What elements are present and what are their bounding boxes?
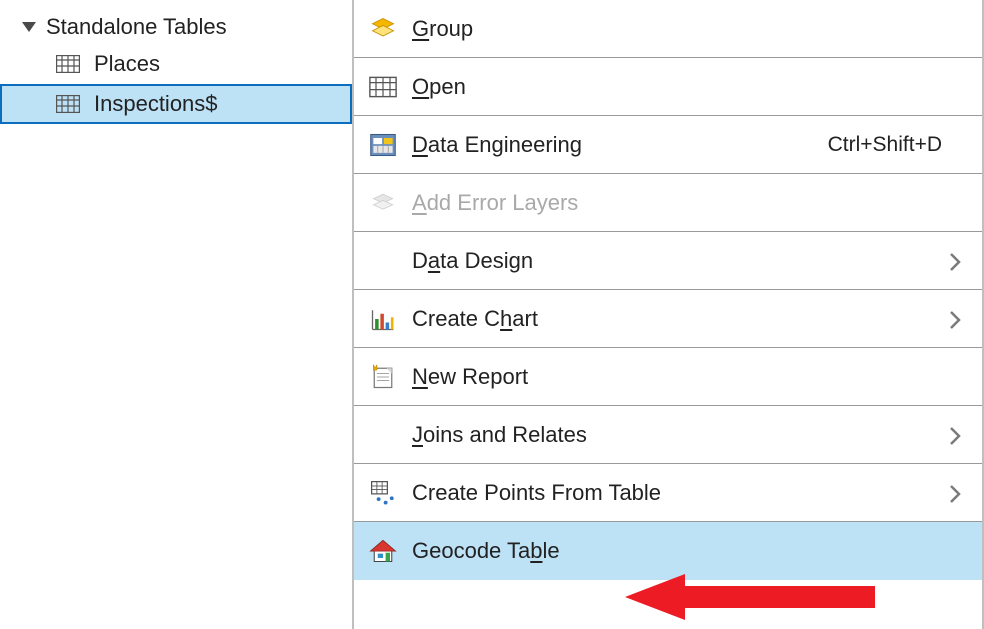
tree-item-inspections[interactable]: Inspections$: [0, 84, 352, 124]
chevron-right-icon: [948, 425, 960, 445]
caret-down-icon: [22, 22, 36, 32]
menu-item-add-error-layers: Add Error Layers: [354, 174, 982, 232]
tree-header-standalone-tables[interactable]: Standalone Tables: [0, 10, 352, 44]
layers-icon-disabled: [354, 189, 412, 217]
chevron-right-icon: [948, 251, 960, 271]
tree-item-label: Inspections$: [94, 91, 218, 117]
data-engineering-icon: [354, 131, 412, 159]
menu-label: Group: [412, 16, 982, 42]
menu-item-geocode-table[interactable]: Geocode Table: [354, 522, 982, 580]
tree-item-label: Places: [94, 51, 160, 77]
menu-label: Create Chart: [412, 306, 948, 332]
table-icon: [56, 95, 80, 113]
menu-item-new-report[interactable]: New Report: [354, 348, 982, 406]
menu-label: Geocode Table: [412, 538, 982, 564]
menu-label: Data Design: [412, 248, 948, 274]
house-icon: [354, 537, 412, 565]
menu-label: Joins and Relates: [412, 422, 948, 448]
menu-label: Add Error Layers: [412, 190, 982, 216]
table-points-icon: [354, 479, 412, 507]
tree-panel: Standalone Tables Places: [0, 0, 352, 629]
chevron-right-icon: [948, 309, 960, 329]
tree-item-places[interactable]: Places: [0, 44, 352, 84]
menu-shortcut: Ctrl+Shift+D: [828, 133, 942, 157]
menu-label: New Report: [412, 364, 982, 390]
menu-item-data-design[interactable]: Data Design: [354, 232, 982, 290]
menu-label: Open: [412, 74, 982, 100]
menu-item-data-engineering[interactable]: Data Engineering Ctrl+Shift+D: [354, 116, 982, 174]
table-icon: [56, 55, 80, 73]
menu-item-open[interactable]: Open: [354, 58, 982, 116]
report-icon: [354, 363, 412, 391]
tree-header-label: Standalone Tables: [46, 14, 227, 40]
menu-item-joins-relates[interactable]: Joins and Relates: [354, 406, 982, 464]
menu-label: Create Points From Table: [412, 480, 948, 506]
menu-label: Data Engineering: [412, 132, 828, 158]
table-icon: [354, 73, 412, 101]
menu-item-create-chart[interactable]: Create Chart: [354, 290, 982, 348]
layers-icon: [354, 15, 412, 43]
menu-item-create-points-from-table[interactable]: Create Points From Table: [354, 464, 982, 522]
context-menu: Group Open: [352, 0, 984, 629]
chart-icon: [354, 305, 412, 333]
menu-item-group[interactable]: Group: [354, 0, 982, 58]
chevron-right-icon: [948, 483, 960, 503]
